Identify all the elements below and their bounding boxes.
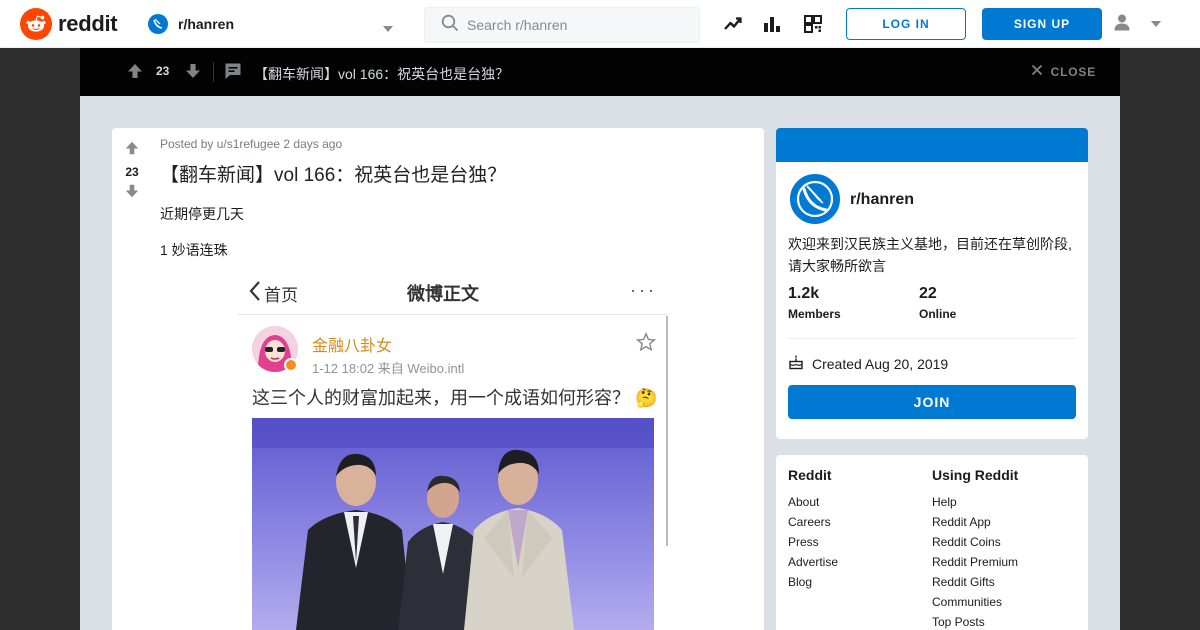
post-score: 23	[125, 165, 139, 179]
thinking-face-icon: 🤔	[635, 388, 658, 408]
post-paragraph: 1 妙语连珠	[160, 242, 228, 258]
reddit-logo[interactable]: reddit	[20, 8, 118, 40]
post-overlay-bar: 23 【翻车新闻】vol 166：祝英台也是台独？ CLOSE	[80, 48, 1120, 96]
post-paragraph: 近期停更几天	[160, 206, 244, 222]
sign-up-button[interactable]: SIGN UP	[982, 8, 1102, 40]
community-banner	[776, 128, 1088, 162]
footer-link-reddit-app[interactable]: Reddit App	[932, 512, 1018, 532]
footer-heading: Using Reddit	[932, 467, 1019, 483]
members-label: Members	[788, 307, 841, 321]
footer-links-card: Reddit About Careers Press Advertise Blo…	[776, 455, 1088, 630]
chevron-down-icon	[1150, 15, 1162, 33]
join-button[interactable]: JOIN	[788, 385, 1076, 419]
trending-icon[interactable]	[723, 14, 743, 34]
footer-link-reddit-coins[interactable]: Reddit Coins	[932, 532, 1018, 552]
weibo-photo	[252, 418, 654, 630]
footer-link-about[interactable]: About	[788, 492, 838, 512]
members-count: 1.2k	[788, 285, 820, 302]
divider	[238, 314, 668, 315]
close-label: CLOSE	[1050, 64, 1096, 79]
close-button[interactable]: CLOSE	[1031, 64, 1096, 79]
footer-link-help[interactable]: Help	[932, 492, 1018, 512]
community-card: r/hanren 欢迎来到汉民族主义基地，目前还在草创阶段,请大家畅所欲言 1.…	[776, 128, 1088, 439]
footer-link-careers[interactable]: Careers	[788, 512, 838, 532]
footer-column-using-reddit: Using Reddit Help Reddit App Reddit Coin…	[932, 467, 1018, 630]
community-description: 欢迎来到汉民族主义基地，目前还在草创阶段,请大家畅所欲言	[788, 236, 1072, 274]
qr-code-icon[interactable]	[803, 14, 823, 34]
footer-link-blog[interactable]: Blog	[788, 572, 838, 592]
star-icon	[635, 332, 657, 357]
user-menu[interactable]	[1112, 12, 1162, 36]
comment-icon[interactable]	[224, 62, 242, 85]
online-count: 22	[919, 285, 937, 302]
community-selector[interactable]: r/hanren	[148, 8, 398, 40]
weibo-time-source: 1-12 18:02 来自 Weibo.intl	[312, 361, 465, 376]
downvote-icon[interactable]	[184, 62, 202, 85]
search-icon	[441, 14, 459, 37]
footer-link-communities[interactable]: Communities	[932, 592, 1018, 612]
weibo-author: 金融八卦女	[312, 338, 393, 355]
footer-link-advertise[interactable]: Advertise	[788, 552, 838, 572]
post-card: 23 Posted by u/s1refugee 2 days ago 【翻车新…	[112, 128, 764, 630]
cake-icon	[788, 354, 804, 373]
vote-column: 23	[112, 128, 152, 204]
community-avatar-icon[interactable]	[788, 172, 842, 226]
downvote-icon[interactable]	[124, 183, 140, 204]
top-header: reddit r/hanren LOG IN SIGN UP	[0, 0, 1200, 48]
verified-badge-icon	[284, 358, 298, 372]
community-name[interactable]: r/hanren	[850, 191, 914, 209]
overlay-post-title: 【翻车新闻】vol 166：祝英台也是台独？	[254, 66, 510, 82]
weibo-text-content: 这三个人的财富加起来，用一个成语如何形容？	[252, 388, 630, 408]
post-meta[interactable]: Posted by u/s1refugee 2 days ago	[160, 137, 342, 151]
divider	[213, 62, 214, 82]
footer-heading: Reddit	[788, 467, 832, 483]
weibo-topbar: 首页 微博正文 ···	[238, 270, 668, 314]
user-icon	[1112, 12, 1132, 37]
created-date: Created Aug 20, 2019	[788, 354, 948, 373]
community-icon	[148, 14, 168, 34]
created-label: Created Aug 20, 2019	[812, 355, 949, 372]
search-box[interactable]	[424, 7, 700, 43]
close-icon	[1031, 64, 1043, 79]
search-input[interactable]	[467, 17, 687, 33]
weibo-page-title: 微博正文	[407, 284, 479, 304]
reddit-snoo-icon	[20, 8, 52, 40]
reddit-wordmark: reddit	[58, 11, 118, 36]
scrollbar	[666, 316, 668, 546]
online-label: Online	[919, 307, 957, 321]
footer-link-press[interactable]: Press	[788, 532, 838, 552]
divider	[788, 338, 1076, 339]
more-icon: ···	[630, 280, 657, 300]
upvote-icon[interactable]	[124, 140, 140, 161]
post-title: 【翻车新闻】vol 166：祝英台也是台独？	[160, 165, 507, 186]
leaderboard-icon[interactable]	[762, 14, 782, 34]
upvote-icon[interactable]	[126, 62, 144, 85]
footer-link-top-posts[interactable]: Top Posts	[932, 612, 1018, 630]
footer-column-reddit: Reddit About Careers Press Advertise Blo…	[788, 467, 838, 592]
log-in-button[interactable]: LOG IN	[846, 8, 966, 40]
footer-link-reddit-premium[interactable]: Reddit Premium	[932, 552, 1018, 572]
footer-link-reddit-gifts[interactable]: Reddit Gifts	[932, 572, 1018, 592]
chevron-down-icon	[382, 20, 394, 38]
overlay-score: 23	[156, 64, 170, 78]
embedded-weibo-screenshot[interactable]: 首页 微博正文 ··· 金融八卦女 1-12 18:02 来自 Weibo.in…	[238, 270, 668, 630]
community-selector-label: r/hanren	[178, 16, 235, 32]
weibo-text: 这三个人的财富加起来，用一个成语如何形容？ 🤔	[252, 384, 657, 410]
